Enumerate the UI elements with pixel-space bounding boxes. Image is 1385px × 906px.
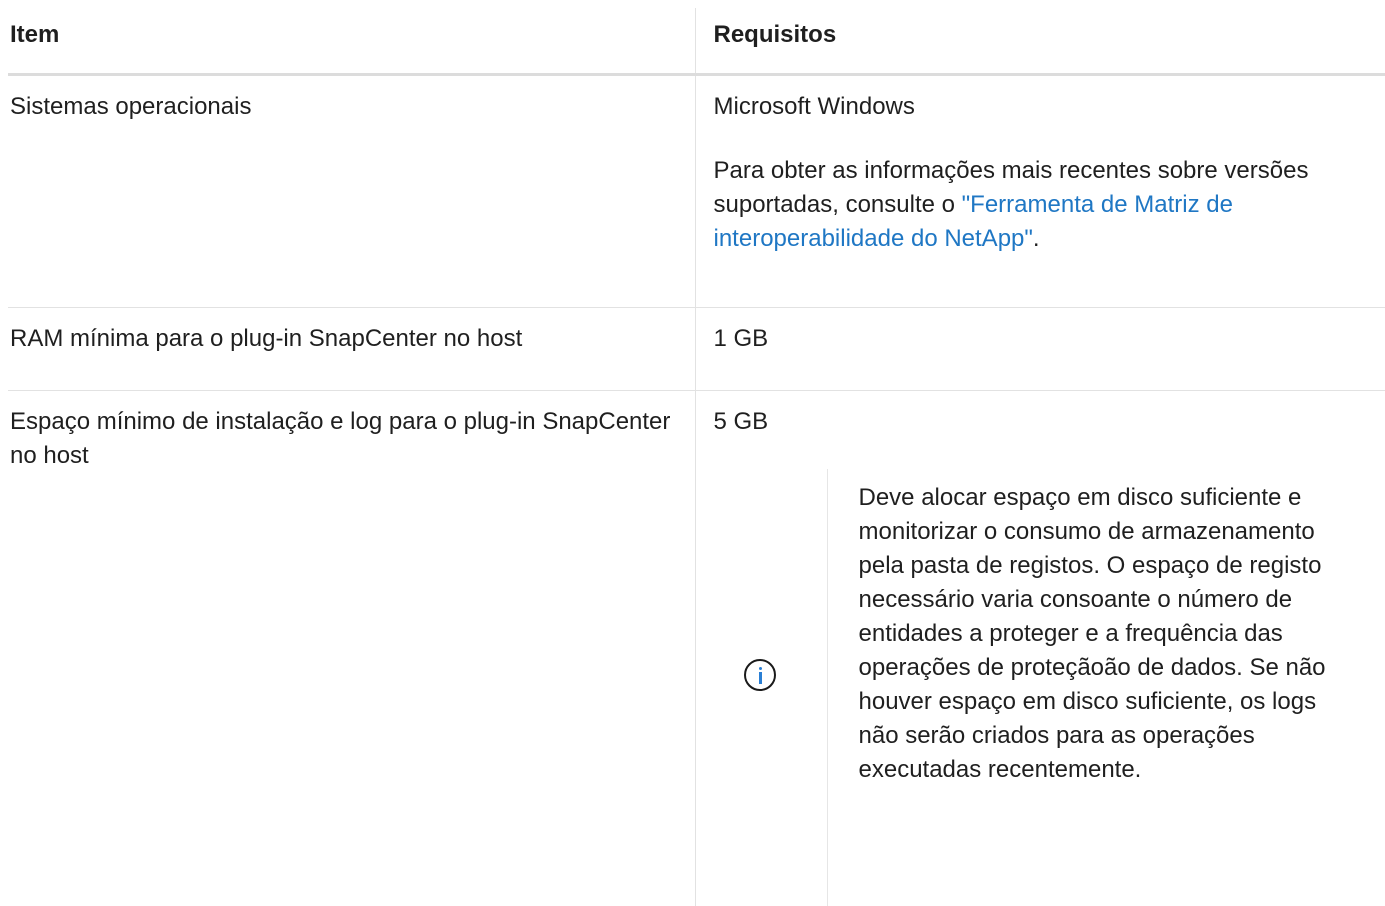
detail-suffix: . bbox=[1033, 225, 1040, 252]
row-requirement-cell: 1 GB bbox=[695, 308, 1385, 391]
info-note: Deve alocar espaço em disco suficiente e… bbox=[714, 469, 1366, 906]
table-row: Espaço mínimo de instalação e log para o… bbox=[8, 391, 1385, 906]
requirement-value: 5 GB bbox=[714, 405, 1366, 439]
header-item: Item bbox=[8, 8, 695, 75]
row-requirement-cell: Microsoft Windows Para obter as informaç… bbox=[695, 75, 1385, 308]
row-requirement-cell: 5 GB Deve alocar espaço em disco suficie… bbox=[695, 391, 1385, 906]
info-circle-icon bbox=[744, 659, 776, 691]
table-row: Sistemas operacionais Microsoft Windows … bbox=[8, 75, 1385, 308]
requirement-detail: Para obter as informações mais recentes … bbox=[714, 154, 1366, 256]
row-item-label: Sistemas operacionais bbox=[8, 75, 695, 308]
table-header-row: Item Requisitos bbox=[8, 8, 1385, 75]
requirements-table: Item Requisitos Sistemas operacionais Mi… bbox=[8, 8, 1385, 906]
requirement-value: Microsoft Windows bbox=[714, 90, 1366, 124]
info-icon-stem bbox=[759, 672, 762, 684]
row-item-label: Espaço mínimo de instalação e log para o… bbox=[8, 391, 695, 906]
header-requirements: Requisitos bbox=[695, 8, 1385, 75]
table-row: RAM mínima para o plug-in SnapCenter no … bbox=[8, 308, 1385, 391]
info-icon-dot bbox=[759, 667, 762, 670]
note-text: Deve alocar espaço em disco suficiente e… bbox=[859, 481, 1359, 787]
row-item-label: RAM mínima para o plug-in SnapCenter no … bbox=[8, 308, 695, 391]
requirement-value: 1 GB bbox=[714, 322, 1366, 356]
note-divider bbox=[827, 469, 828, 906]
